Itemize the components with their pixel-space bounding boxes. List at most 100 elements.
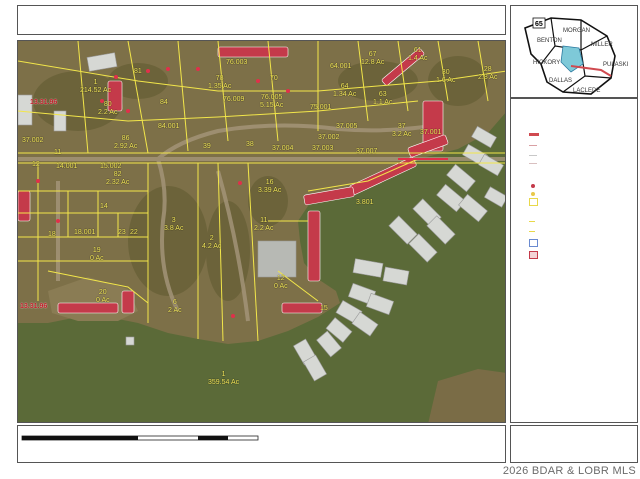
parcel-number: 64.001 — [330, 63, 352, 70]
parcel-label: 63 1.1 Ac — [373, 91, 392, 107]
parcel-label: 20 0 Ac — [96, 289, 110, 305]
parcel-number: 18 — [48, 231, 56, 238]
parcel-number: 20 — [98, 289, 107, 296]
parcel-number: 61 — [413, 47, 422, 54]
parcel-label: 37.005 — [336, 123, 357, 131]
parcel-number: 76.005 — [260, 94, 283, 101]
parcel-label: 82 2.32 Ac — [106, 171, 129, 187]
parcel-label: 67 12.8 Ac — [361, 51, 384, 67]
parcel-number: 12 — [276, 275, 285, 282]
parcel-number: 80 — [103, 101, 112, 108]
parcel-number: 84.001 — [158, 123, 180, 130]
route-shield-label: 65 — [535, 21, 543, 28]
parcel-label: 37.002 — [22, 137, 43, 145]
parcel-number: 3 — [171, 217, 176, 224]
parcel-label: 76.005 5.15 Ac — [260, 94, 283, 110]
county-locator: 65 BENTON MORGAN MILLER HICKORY DALLAS P… — [524, 17, 629, 95]
parcel-label: 2 4.2 Ac — [202, 235, 221, 251]
parcel-label: 37.002 — [318, 134, 339, 142]
parcel-acreage: 2.2 Ac — [98, 109, 118, 116]
parcel-label: 37.007 — [356, 148, 377, 156]
parcel-number: 37.004 — [272, 145, 294, 152]
parcel-number: 76.003 — [226, 59, 248, 66]
parcel-number: 37.007 — [356, 148, 378, 155]
parcel-number: 37.002 — [318, 134, 340, 141]
parcel-number: 28 — [483, 66, 492, 73]
parcel-number: 30 — [441, 69, 450, 76]
county-hickory: HICKORY — [533, 60, 560, 66]
parcel-acreage: 359.54 Ac — [208, 379, 240, 386]
county-benton: BENTON — [537, 38, 562, 44]
parcel-label: 30 1.6 Ac — [436, 69, 455, 85]
county-pulaski: PULASKI — [603, 62, 629, 68]
parcel-label: 12 — [32, 161, 40, 169]
parcel-number: 84 — [160, 99, 168, 106]
mls-watermark: 2026 BDAR & LOBR MLS — [502, 465, 636, 477]
parcel-label: 37.003 — [312, 145, 333, 153]
parcel-label: 16 3.39 Ac — [258, 179, 281, 195]
parcel-number: 6 — [172, 299, 177, 306]
parcel-label: 81 — [134, 68, 142, 76]
parcel-label: 64.001 — [330, 63, 351, 71]
parcel-label: 70 — [270, 75, 278, 83]
parcel-acreage: 2.32 Ac — [106, 179, 130, 186]
legend-panel — [510, 98, 638, 423]
parcel-label: 86 2.92 Ac — [114, 135, 137, 151]
parcel-number: 15 — [320, 305, 328, 312]
parcel-label: 84 — [160, 99, 168, 107]
parcel-acreage: 0 Ac — [90, 255, 104, 262]
legend-line-faint-2 — [529, 155, 537, 156]
parcel-acreage: 214.52 Ac — [80, 87, 112, 94]
parcel-acreage: 1.4 Ac — [408, 55, 428, 62]
parcel-label: 39 — [203, 143, 211, 151]
parcel-label: 64 1.34 Ac — [333, 83, 356, 99]
legend-line-yellow — [529, 221, 535, 222]
county-dallas: DALLAS — [549, 78, 572, 84]
parcel-acreage: 3.39 Ac — [258, 187, 282, 194]
parcel-number: 1 — [221, 371, 226, 378]
parcel-label: 62 Ac — [168, 299, 182, 315]
locator-map: 65 BENTON MORGAN MILLER HICKORY DALLAS P… — [510, 5, 638, 98]
parcel-number: 16 — [265, 179, 274, 186]
parcel-label: 1 359.54 Ac — [208, 371, 239, 387]
parcel-number: 64 — [340, 83, 349, 90]
parcel-label: 19 0 Ac — [90, 247, 104, 263]
parcel-label: 3.801 — [356, 199, 374, 207]
parcel-number: 37.001 — [420, 129, 442, 136]
parcel-acreage: 1.34 Ac — [333, 91, 357, 98]
parcel-number: 39 — [203, 143, 211, 150]
parcel-label: 15.002 — [100, 163, 121, 171]
parcel-number: 11 — [260, 217, 268, 224]
parcel-number: 38 — [246, 141, 254, 148]
parcel-acreage: 2 Ac — [168, 307, 182, 314]
parcel-acreage: 2.2 Ac — [254, 225, 274, 232]
parcel-label: 11 2.2 Ac — [254, 217, 273, 233]
parcel-number: 2 — [209, 235, 214, 242]
parcel-label: 11 — [54, 149, 61, 157]
county-morgan: MORGAN — [563, 28, 590, 34]
parcel-number: 22 — [130, 229, 138, 236]
parcel-label: 18 — [48, 231, 56, 239]
parcel-label: 37.001 — [420, 129, 441, 137]
parcel-label: 76.009 — [223, 96, 244, 104]
parcel-number: 12 — [32, 161, 40, 168]
parcel-number: 63 — [378, 91, 387, 98]
scale-bar — [21, 435, 259, 441]
parcel-label: 61 1.4 Ac — [408, 47, 427, 63]
parcel-number: 70 — [270, 75, 278, 82]
county-laclede: LACLEDE — [573, 88, 600, 94]
parcel-number: 75.001 — [310, 104, 332, 111]
parcel-label: 37.004 — [272, 145, 293, 153]
scale-bar-segment-2 — [198, 436, 228, 440]
parcel-number: 19 — [92, 247, 101, 254]
parcel-label: 84.001 — [158, 123, 179, 131]
parcel-map[interactable]: 1 214.52 Ac 81 80 2.2 Ac 84 78 1.35 Ac 76.003 76.… — [17, 40, 506, 423]
parcel-acreage: 2.92 Ac — [114, 143, 138, 150]
parcel-number: 11 — [54, 149, 62, 156]
legend-box-red — [529, 251, 538, 259]
parcel-number: 14 — [100, 203, 108, 210]
legend-dot-red — [531, 184, 535, 188]
legend-line-faint-3 — [529, 163, 537, 164]
parcel-number: 86 — [121, 135, 130, 142]
parcel-number: 1 — [93, 79, 98, 86]
